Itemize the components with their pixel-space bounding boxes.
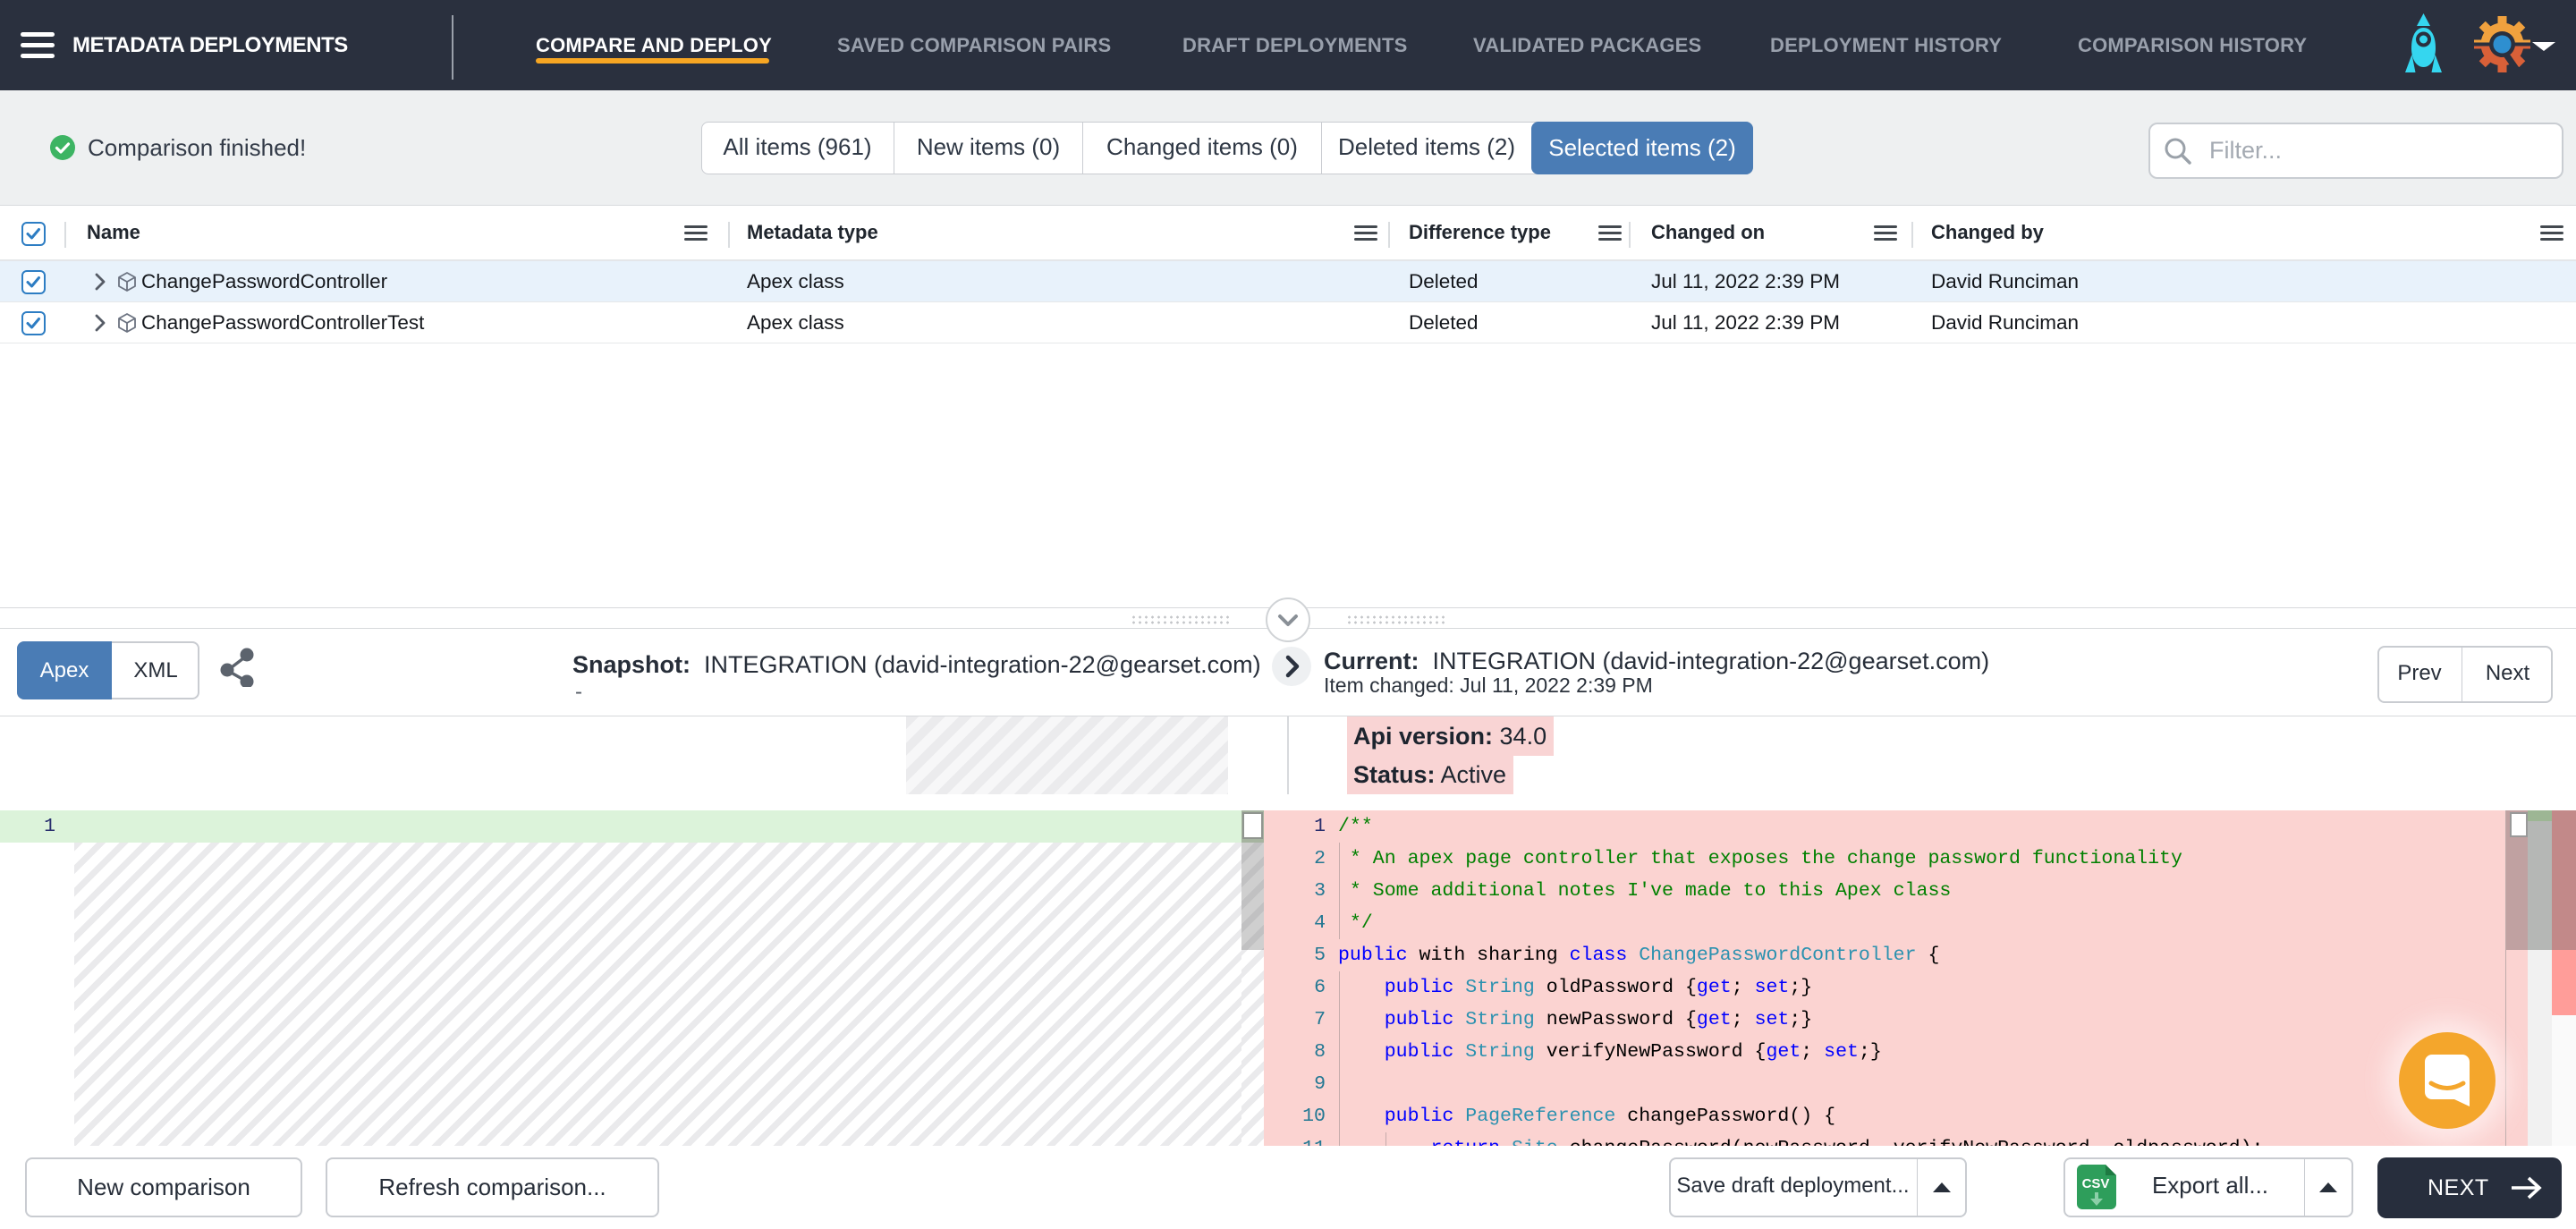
svg-text:CSV: CSV: [2082, 1176, 2110, 1191]
